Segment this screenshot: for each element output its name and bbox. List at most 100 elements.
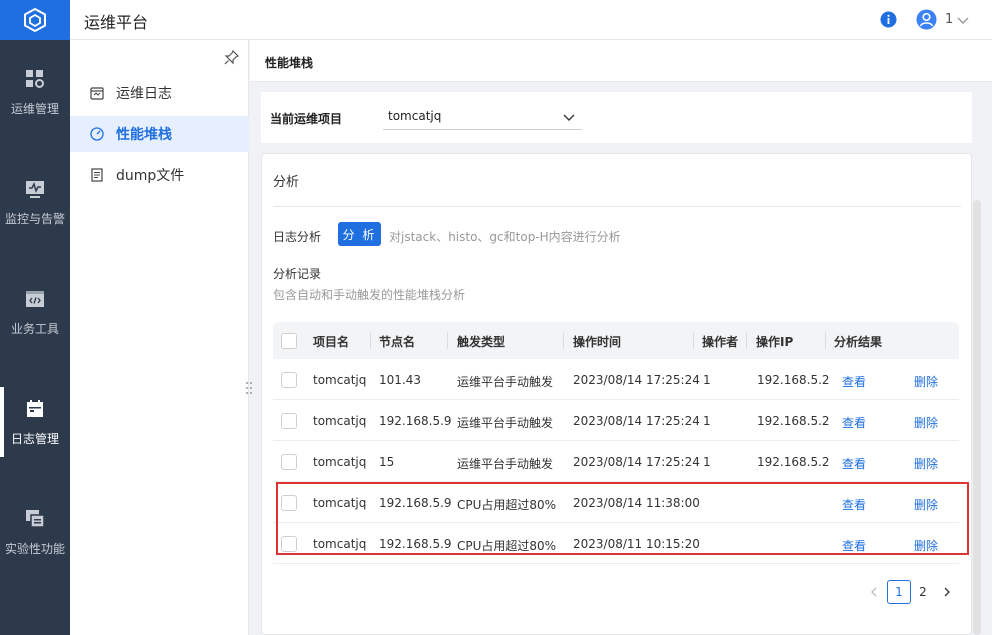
cell-trigger: 运维平台手动触发	[457, 457, 554, 471]
nav-rail: 运维管理 监控与告警 业务工具 日志管理 实验性功能	[0, 0, 70, 635]
analysis-card: 分析 日志分析 分 析 对jstack、histo、gc和top-H内容进行分析…	[261, 153, 972, 635]
chevron-down-icon	[563, 114, 575, 121]
row-checkbox[interactable]	[281, 413, 297, 429]
chevron-right-icon	[944, 587, 950, 597]
column-header: 操作者	[702, 335, 739, 349]
log-analysis-label: 日志分析	[273, 230, 322, 244]
rail-item-label: 实验性功能	[4, 541, 65, 556]
table-row: tomcatjq 101.43 运维平台手动触发 2023/08/14 17:2…	[273, 359, 959, 400]
column-separator	[746, 332, 747, 349]
column-header: 项目名	[313, 335, 350, 349]
drag-handle-icon[interactable]	[244, 381, 254, 395]
secondary-sidebar: 运维日志 性能堆栈 dump文件	[70, 40, 252, 635]
cell-operator: 1	[703, 455, 711, 469]
row-checkbox[interactable]	[281, 372, 297, 388]
rail-item-business-tools[interactable]: 业务工具	[0, 277, 70, 347]
gauge-icon	[90, 127, 104, 141]
column-header: 分析结果	[834, 335, 883, 349]
cell-node: 15	[379, 455, 395, 469]
column-separator	[563, 332, 564, 349]
page-button-1[interactable]: 1	[887, 580, 911, 604]
subnav-item-label: 运维日志	[116, 86, 172, 102]
user-icon[interactable]	[916, 9, 937, 30]
page-title: 性能堆栈	[265, 56, 314, 70]
subnav-item-dump-files[interactable]: dump文件	[70, 157, 249, 193]
cell-ip: 192.168.5.2	[757, 373, 830, 387]
cell-operator: 1	[703, 414, 711, 428]
subnav-item-perf-stack[interactable]: 性能堆栈	[70, 116, 249, 152]
records-description: 包含自动和手动触发的性能堆栈分析	[273, 288, 466, 302]
project-selector-card: 当前运维项目 tomcatjq	[261, 92, 972, 143]
view-link[interactable]: 查看	[842, 414, 866, 431]
divider	[273, 206, 961, 207]
rail-item-log-management[interactable]: 日志管理	[0, 387, 70, 457]
dashboard-icon	[26, 69, 44, 88]
column-separator	[370, 332, 371, 349]
user-name[interactable]: 1	[945, 12, 953, 27]
cell-time: 2023/08/14 17:25:24	[573, 455, 700, 469]
table-row: tomcatjq 15 运维平台手动触发 2023/08/14 17:25:24…	[273, 441, 959, 482]
rail-item-experimental[interactable]: 实验性功能	[0, 497, 70, 567]
app-title: 运维平台	[84, 13, 149, 32]
column-header: 触发类型	[457, 335, 506, 349]
chevron-left-icon	[871, 587, 877, 597]
delete-link[interactable]: 删除	[914, 414, 938, 431]
cell-ip: 192.168.5.2	[757, 414, 830, 428]
app-logo[interactable]	[0, 0, 70, 40]
document-icon	[91, 168, 103, 182]
cell-project: tomcatjq	[313, 414, 367, 428]
cell-node: 101.43	[379, 373, 421, 387]
rail-item-monitoring[interactable]: 监控与告警	[0, 167, 70, 237]
calendar-icon	[27, 399, 43, 417]
row-checkbox[interactable]	[281, 454, 297, 470]
pin-icon[interactable]	[224, 50, 239, 65]
cell-time: 2023/08/14 17:25:24	[573, 373, 700, 387]
subnav-item-label: dump文件	[116, 168, 185, 184]
cube-logo-icon	[24, 7, 46, 33]
cell-project: tomcatjq	[313, 373, 367, 387]
chevron-down-icon[interactable]	[956, 13, 970, 27]
cell-trigger: 运维平台手动触发	[457, 375, 554, 389]
delete-link[interactable]: 删除	[914, 455, 938, 472]
column-separator	[825, 332, 826, 349]
column-separator	[693, 332, 694, 349]
info-icon[interactable]	[880, 11, 897, 28]
subnav-item-label: 性能堆栈	[116, 127, 172, 143]
column-header: 节点名	[379, 335, 416, 349]
project-select[interactable]: tomcatjq	[383, 104, 582, 130]
select-all-checkbox[interactable]	[281, 333, 297, 349]
records-title: 分析记录	[273, 267, 322, 281]
view-link[interactable]: 查看	[842, 373, 866, 390]
vertical-scrollbar[interactable]	[973, 200, 981, 635]
column-header: 操作时间	[573, 335, 622, 349]
project-select-value: tomcatjq	[388, 109, 442, 123]
analyze-description: 对jstack、histo、gc和top-H内容进行分析	[389, 230, 621, 244]
analyze-button[interactable]: 分 析	[338, 222, 381, 246]
table-row: tomcatjq 192.168.5.9 运维平台手动触发 2023/08/14…	[273, 400, 959, 441]
column-separator	[447, 332, 448, 349]
column-header: 操作IP	[756, 335, 794, 349]
calendar-icon	[90, 87, 104, 100]
cell-trigger: 运维平台手动触发	[457, 416, 554, 430]
next-page-button[interactable]	[935, 580, 959, 604]
code-window-icon	[26, 290, 44, 307]
page-button-2[interactable]: 2	[911, 580, 935, 604]
cell-node: 192.168.5.9	[379, 414, 452, 428]
rail-item-label: 运维管理	[10, 101, 59, 116]
cell-project: tomcatjq	[313, 455, 367, 469]
rail-item-ops-management[interactable]: 运维管理	[0, 57, 70, 127]
delete-link[interactable]: 删除	[914, 373, 938, 390]
cell-operator: 1	[703, 373, 711, 387]
monitor-icon	[26, 180, 44, 198]
table-header: 项目名 节点名 触发类型 操作时间 操作者 操作IP 分析结果	[273, 322, 959, 359]
top-header: 运维平台 1	[70, 0, 992, 40]
section-title: 分析	[273, 175, 300, 190]
subnav-item-ops-log[interactable]: 运维日志	[70, 75, 249, 111]
view-link[interactable]: 查看	[842, 455, 866, 472]
windows-icon	[26, 509, 45, 528]
page-title-bar: 性能堆栈	[250, 40, 992, 82]
rail-item-label: 业务工具	[10, 321, 59, 336]
rail-item-label: 监控与告警	[4, 211, 65, 226]
cell-ip: 192.168.5.2	[757, 455, 830, 469]
prev-page-button[interactable]	[862, 580, 886, 604]
